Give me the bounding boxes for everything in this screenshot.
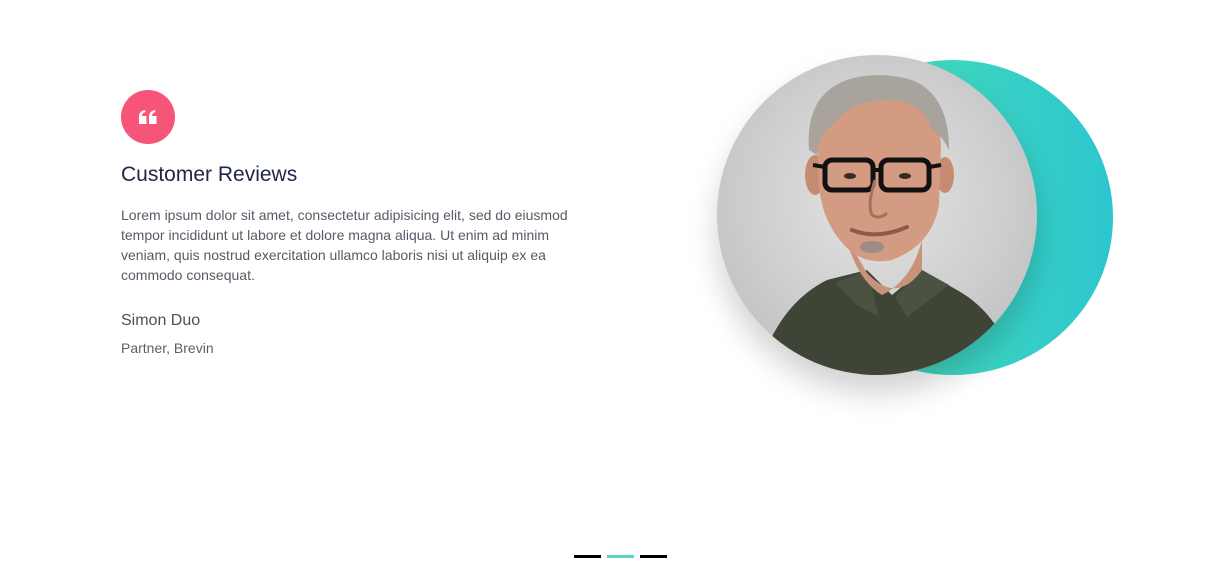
section-heading: Customer Reviews — [121, 163, 298, 186]
author-role: Partner, Brevin — [121, 340, 214, 356]
carousel-pagination — [574, 555, 667, 558]
author-name: Simon Duo — [121, 312, 201, 329]
quote-badge — [121, 90, 175, 144]
author-photo — [717, 55, 1037, 375]
carousel-dot-1[interactable] — [574, 555, 601, 558]
carousel-dot-3[interactable] — [640, 555, 667, 558]
review-text: Lorem ipsum dolor sit amet, consectetur … — [121, 207, 568, 283]
testimonial-section: Customer Reviews Lorem ipsum dolor sit a… — [0, 0, 1230, 569]
quote-left-icon — [139, 110, 157, 124]
portrait-illustration — [757, 75, 1017, 375]
carousel-dot-2[interactable] — [607, 555, 634, 558]
